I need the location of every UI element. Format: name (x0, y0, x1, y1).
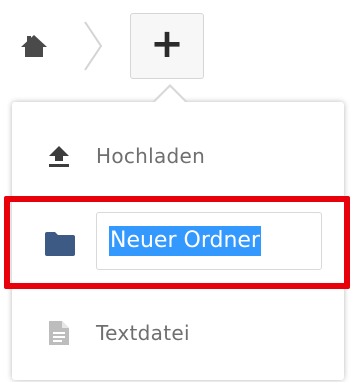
highlight-frame (4, 196, 350, 289)
upload-icon (44, 141, 74, 171)
menu-item-text-file-label: Textdatei (96, 321, 190, 345)
plus-icon: + (150, 21, 184, 67)
chevron-right-icon (82, 20, 104, 72)
menu-item-upload[interactable]: Hochladen (12, 126, 344, 186)
file-app-viewport: + Hochladen Neuer Ordner Textdatei (0, 0, 351, 382)
home-icon-glyph (21, 35, 47, 57)
home-icon[interactable] (20, 34, 48, 58)
menu-item-upload-label: Hochladen (96, 144, 206, 168)
popover-arrow-fill (154, 87, 186, 103)
menu-item-text-file[interactable]: Textdatei (12, 305, 344, 361)
text-file-icon (44, 318, 74, 348)
new-button[interactable]: + (130, 13, 204, 79)
